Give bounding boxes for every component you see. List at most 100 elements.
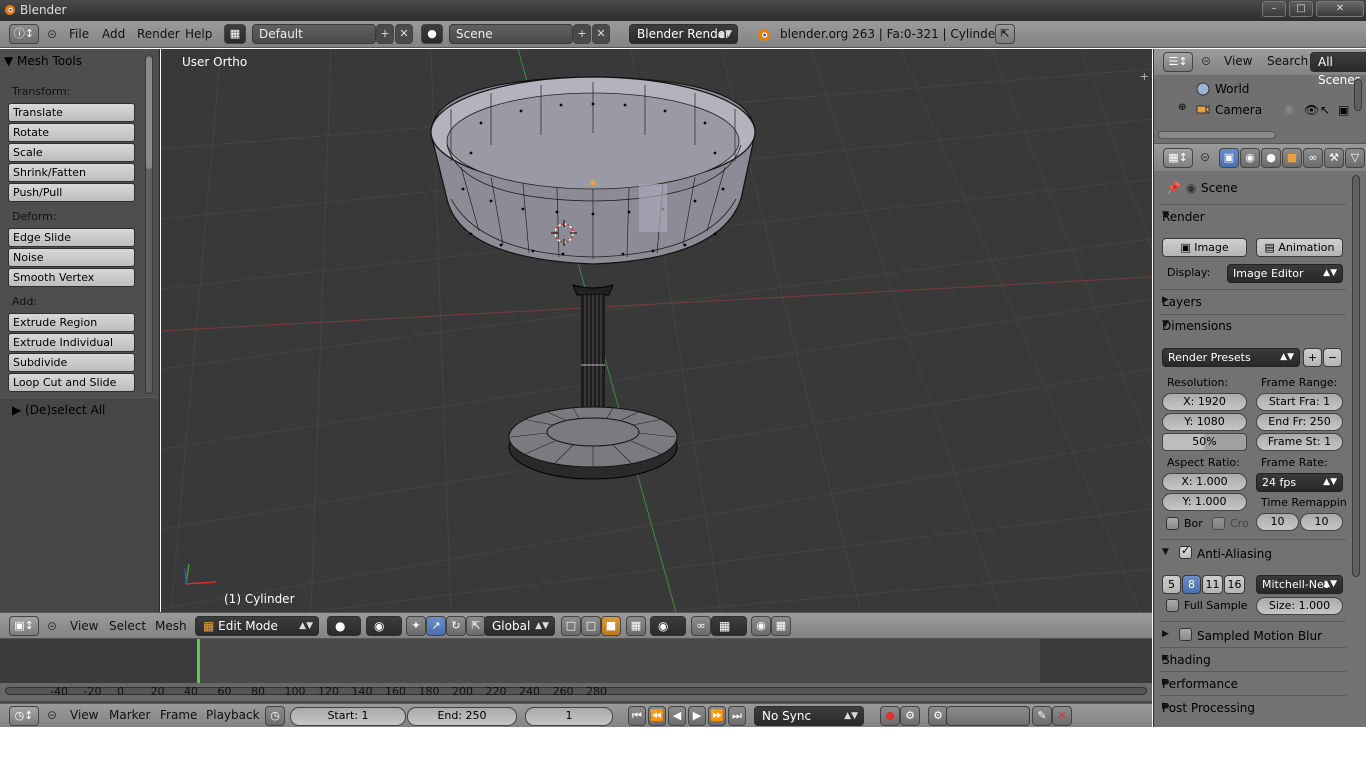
aa-filter-size-field[interactable]: Size: 1.000 xyxy=(1256,597,1343,615)
scale-manipulator-icon[interactable]: ⇱ xyxy=(466,616,486,636)
render-panel-header[interactable]: ▼ Render xyxy=(1162,210,1205,224)
vertex-select-icon[interactable]: □ xyxy=(561,616,581,636)
object-tab-icon[interactable]: ■ xyxy=(1282,148,1302,168)
scene-tab-icon[interactable]: ◉ xyxy=(1240,148,1260,168)
aa-samples-5[interactable]: 5 xyxy=(1162,575,1181,594)
resolution-y-field[interactable]: Y: 1080 xyxy=(1162,413,1247,431)
editor-type-info-button[interactable]: ⓘ↕ xyxy=(9,24,39,44)
shrink-fatten-button[interactable]: Shrink/Fatten xyxy=(8,163,135,182)
collapse-menu-icon[interactable]: ⊝ xyxy=(1200,148,1210,168)
outliner-display-dropdown[interactable]: All Scenes xyxy=(1310,52,1366,87)
rotate-button[interactable]: Rotate xyxy=(8,123,135,142)
border-checkbox[interactable] xyxy=(1166,517,1179,530)
current-frame-cursor[interactable] xyxy=(197,639,200,683)
face-select-icon[interactable]: ■ xyxy=(601,616,621,636)
screen-layout-icon[interactable]: ▦ xyxy=(224,24,246,44)
timeline-scrollbar[interactable] xyxy=(5,687,1147,695)
play-icon[interactable]: ▶ xyxy=(688,706,706,726)
insert-keyframe-icon[interactable]: ✎ xyxy=(1032,706,1052,726)
mesh-tools-header[interactable]: ▼ Mesh Tools xyxy=(4,54,82,68)
outliner-item-world[interactable]: World xyxy=(1215,82,1249,96)
aa-samples-11[interactable]: 11 xyxy=(1202,575,1223,594)
properties-toggle-icon[interactable]: + xyxy=(1140,70,1149,83)
3d-viewport[interactable]: + User Ortho (1) Cylinder xyxy=(161,49,1152,612)
selectability-cursor-icon[interactable]: ↖ xyxy=(1320,103,1330,117)
render-animation-icon[interactable]: ▦ xyxy=(771,616,791,636)
record-icon[interactable]: ● xyxy=(880,706,900,726)
frame-step-field[interactable]: Frame St: 1 xyxy=(1256,433,1343,451)
menu-view[interactable]: View xyxy=(70,617,98,637)
modifiers-tab-icon[interactable]: ⚒ xyxy=(1324,148,1344,168)
add-screen-button[interactable]: + xyxy=(376,24,394,44)
preview-range-icon[interactable]: ◷ xyxy=(265,706,285,726)
maximize-button[interactable]: □ xyxy=(1289,1,1313,17)
extrude-region-button[interactable]: Extrude Region xyxy=(8,313,135,332)
render-engine-dropdown[interactable]: Blender Render ▲▼ xyxy=(629,24,738,44)
jump-start-icon[interactable]: ⏮ xyxy=(628,706,646,726)
start-frame-prop-field[interactable]: Start Fra: 1 xyxy=(1256,393,1343,411)
delete-scene-button[interactable]: ✕ xyxy=(592,24,610,44)
screen-layout-field[interactable]: Default xyxy=(252,24,376,44)
dimensions-panel-header[interactable]: ▼ Dimensions xyxy=(1162,319,1232,333)
collapse-menu-icon[interactable]: ⊝ xyxy=(47,617,57,637)
snap-toggle-icon[interactable]: ∞ xyxy=(691,616,711,636)
proportional-edit-dropdown[interactable]: ◉ xyxy=(650,616,686,636)
deselect-all-panel[interactable]: ▶ (De)select All xyxy=(12,403,105,417)
menu-select[interactable]: Select xyxy=(109,617,146,637)
collapse-menu-icon[interactable]: ⊝ xyxy=(47,706,57,726)
menu-help[interactable]: Help xyxy=(185,25,212,45)
menu-mesh[interactable]: Mesh xyxy=(155,617,187,637)
outliner-item-camera[interactable]: Camera xyxy=(1215,103,1262,117)
menu-marker[interactable]: Marker xyxy=(109,706,150,726)
menu-frame[interactable]: Frame xyxy=(160,706,197,726)
time-remap-new-field[interactable]: 10 xyxy=(1300,513,1343,531)
smooth-vertex-button[interactable]: Smooth Vertex xyxy=(8,268,135,287)
end-frame-field[interactable]: End: 250 xyxy=(407,707,517,726)
minimize-button[interactable]: – xyxy=(1262,1,1286,17)
outliner-hscrollbar[interactable] xyxy=(1158,131,1276,139)
resolution-x-field[interactable]: X: 1920 xyxy=(1162,393,1247,411)
layers-panel-header[interactable]: ▶ Layers xyxy=(1162,295,1202,309)
aspect-y-field[interactable]: Y: 1.000 xyxy=(1162,493,1247,511)
visibility-eye-icon[interactable]: 👁 xyxy=(1304,103,1319,117)
jump-end-icon[interactable]: ⏭ xyxy=(728,706,746,726)
loop-cut-slide-button[interactable]: Loop Cut and Slide xyxy=(8,373,135,392)
jump-keyframe-forward-icon[interactable]: ⏩ xyxy=(708,706,726,726)
data-tab-icon[interactable]: ▽ xyxy=(1345,148,1365,168)
fullscreen-icon[interactable]: ⇱ xyxy=(995,24,1015,44)
active-keying-set-icon[interactable]: ⚙ xyxy=(928,706,948,726)
extrude-individual-button[interactable]: Extrude Individual xyxy=(8,333,135,352)
display-dropdown[interactable]: Image Editor ▲▼ xyxy=(1227,264,1343,283)
world-tab-icon[interactable]: ● xyxy=(1261,148,1281,168)
resolution-percent-slider[interactable]: 50% xyxy=(1162,433,1247,451)
add-preset-button[interactable]: + xyxy=(1303,348,1322,367)
keying-set-field[interactable] xyxy=(946,706,1030,726)
time-remap-old-field[interactable]: 10 xyxy=(1256,513,1299,531)
editor-type-3dview-button[interactable]: ▣↕ xyxy=(9,616,39,636)
menu-view[interactable]: View xyxy=(70,706,98,726)
motion-blur-checkbox[interactable] xyxy=(1179,628,1192,641)
add-scene-button[interactable]: + xyxy=(573,24,591,44)
sync-mode-dropdown[interactable]: No Sync ▲▼ xyxy=(754,706,864,726)
end-frame-prop-field[interactable]: End Fr: 250 xyxy=(1256,413,1343,431)
expand-icon[interactable]: ⊕ xyxy=(1178,102,1186,113)
scene-icon[interactable]: ● xyxy=(421,24,443,44)
menu-playback[interactable]: Playback xyxy=(206,706,260,726)
camera-data-icon[interactable]: ◉ xyxy=(1284,102,1294,116)
collapse-menu-icon[interactable]: ⊝ xyxy=(1201,52,1211,72)
editor-type-timeline-button[interactable]: ◷↕ xyxy=(9,706,39,726)
subdivide-button[interactable]: Subdivide xyxy=(8,353,135,372)
delete-screen-button[interactable]: ✕ xyxy=(395,24,413,44)
menu-add[interactable]: Add xyxy=(102,25,125,45)
aa-samples-8[interactable]: 8 xyxy=(1182,575,1201,594)
scene-field[interactable]: Scene xyxy=(449,24,573,44)
pivot-point-dropdown[interactable]: ◉ xyxy=(366,616,402,636)
render-presets-dropdown[interactable]: Render Presets ▲▼ xyxy=(1162,348,1300,367)
close-window-button[interactable]: ✕ xyxy=(1316,1,1364,17)
translate-button[interactable]: Translate xyxy=(8,103,135,122)
properties-scrollbar[interactable] xyxy=(1352,175,1360,577)
current-frame-field[interactable]: 1 xyxy=(525,707,613,726)
limit-selection-icon[interactable]: ▦ xyxy=(626,616,646,636)
timeline-area[interactable]: -40 -20 0 20 40 60 80 100 120 140 160 180 200 220 240 2… xyxy=(0,639,1152,703)
keying-set-icon[interactable]: ⚙ xyxy=(900,706,920,726)
